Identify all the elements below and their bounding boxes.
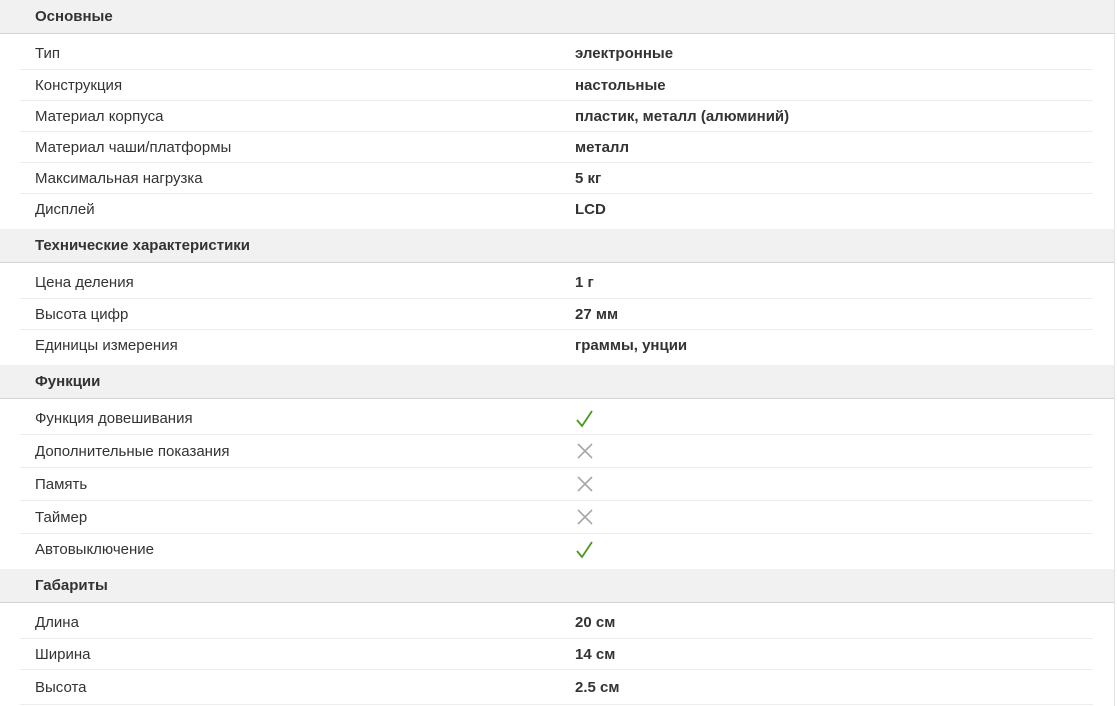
spec-row: Дисплей LCD: [20, 194, 1093, 229]
section-rows-technical: Цена деления 1 г Высота цифр 27 мм Едини…: [0, 263, 1114, 365]
spec-label: Высота цифр: [35, 305, 129, 323]
feature-row: Функция довешивания: [20, 399, 1093, 435]
spec-row: Высота 2.5 см: [20, 670, 1093, 705]
feature-row: Дополнительные показания: [20, 435, 1093, 468]
spec-label: Тип: [35, 45, 61, 62]
spec-label: Длина: [35, 614, 79, 631]
spec-row: Ширина 14 см: [20, 639, 1093, 670]
section-rows-functions: Функция довешивания Дополнительные показ…: [0, 399, 1114, 569]
section-header-functions: Функции: [0, 365, 1114, 399]
spec-row: Материал чаши/платформы металл: [20, 132, 1093, 163]
spec-row: Цена деления 1 г: [20, 263, 1093, 299]
spec-value: электронные: [575, 45, 674, 62]
spec-label: Единицы измерения: [35, 337, 178, 354]
feature-label: Таймер: [35, 508, 88, 526]
specs-table: Основные Тип электронные Конструкция нас…: [0, 0, 1115, 706]
spec-label: Цена деления: [35, 274, 134, 291]
spec-row: Высота цифр 27 мм: [20, 299, 1093, 330]
section-rows-main: Тип электронные Конструкция настольные М…: [0, 34, 1114, 229]
section-rows-dimensions: Длина 20 см Ширина 14 см Высота 2.5 см: [0, 603, 1114, 705]
spec-row: Материал корпуса пластик, металл (алюмин…: [20, 101, 1093, 132]
cross-icon: [575, 474, 595, 494]
section-header-dimensions: Габариты: [0, 569, 1114, 603]
spec-value: пластик, металл (алюминий): [575, 107, 790, 125]
feature-label: Память: [35, 475, 88, 493]
spec-label: Конструкция: [35, 76, 123, 94]
feature-label: Дополнительные показания: [35, 442, 230, 460]
spec-label: Высота: [35, 678, 87, 696]
section-header-main: Основные: [0, 0, 1114, 34]
spec-label: Максимальная нагрузка: [35, 169, 203, 187]
cross-icon: [575, 441, 595, 461]
spec-label: Материал корпуса: [35, 107, 164, 125]
spec-row: Максимальная нагрузка 5 кг: [20, 163, 1093, 194]
section-title: Основные: [35, 8, 113, 25]
feature-label: Автовыключение: [35, 541, 155, 558]
check-icon: [575, 409, 595, 429]
section-title: Технические характеристики: [35, 237, 251, 254]
spec-row: Конструкция настольные: [20, 70, 1093, 101]
section-header-technical: Технические характеристики: [0, 229, 1114, 263]
spec-value: 14 см: [575, 645, 616, 663]
feature-row: Таймер: [20, 501, 1093, 534]
spec-value: 2.5 см: [575, 678, 620, 696]
feature-row: Память: [20, 468, 1093, 501]
feature-label: Функция довешивания: [35, 410, 193, 427]
spec-value: настольные: [575, 76, 666, 94]
feature-row: Автовыключение: [20, 534, 1093, 569]
spec-value: граммы, унции: [575, 337, 688, 354]
spec-value: 20 см: [575, 614, 616, 631]
spec-value: 1 г: [575, 274, 594, 291]
spec-label: Ширина: [35, 645, 91, 663]
spec-row: Длина 20 см: [20, 603, 1093, 639]
section-title: Функции: [35, 373, 101, 390]
spec-label: Материал чаши/платформы: [35, 138, 232, 156]
check-icon: [575, 540, 595, 560]
section-title: Габариты: [35, 577, 108, 594]
spec-value: металл: [575, 138, 629, 156]
spec-label: Дисплей: [35, 201, 95, 218]
spec-row: Тип электронные: [20, 34, 1093, 70]
spec-row: Единицы измерения граммы, унции: [20, 330, 1093, 365]
spec-value: 5 кг: [575, 169, 602, 187]
spec-value: 27 мм: [575, 305, 619, 323]
spec-value: LCD: [575, 201, 606, 218]
cross-icon: [575, 507, 595, 527]
